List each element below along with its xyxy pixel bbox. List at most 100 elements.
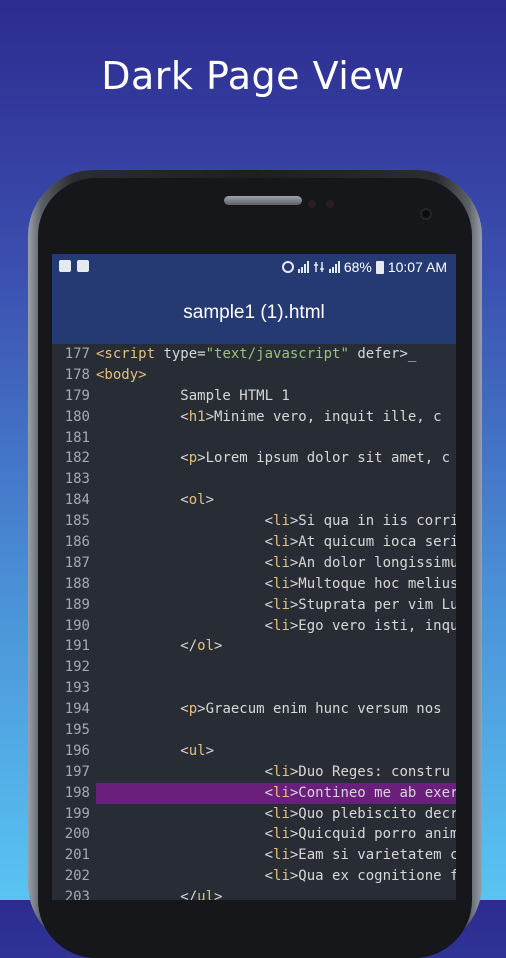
line-number: 183 xyxy=(64,471,90,488)
mail-notification-icon xyxy=(77,260,89,272)
phone-screen: 68% 10:07 AM sample1 (1).html 177 <script… xyxy=(52,254,456,900)
app-bar: sample1 (1).html xyxy=(52,282,456,344)
line-number: 203 xyxy=(64,889,90,900)
code-line[interactable]: 191 </ol> xyxy=(52,636,456,657)
code-line[interactable]: 197 <li>Duo Reges: constru xyxy=(52,762,456,783)
wifi-signal-icon xyxy=(297,261,309,273)
promo-headline: Dark Page View xyxy=(101,54,405,98)
front-camera-icon xyxy=(422,210,430,218)
text-token: </ xyxy=(96,638,198,655)
code-line[interactable]: 200 <li>Quicquid porro anim xyxy=(52,824,456,845)
code-line[interactable]: 185 <li>Si qua in iis corri xyxy=(52,511,456,532)
line-number: 181 xyxy=(64,429,90,446)
line-text: <h1>Minime vero, inquit ille, c xyxy=(96,407,456,428)
text-token: < xyxy=(96,513,274,530)
earpiece-speaker xyxy=(224,196,302,205)
text-token: < xyxy=(96,617,274,634)
tag-token: li xyxy=(273,847,290,864)
line-number: 186 xyxy=(64,534,90,551)
text-token: < xyxy=(96,784,274,801)
code-line[interactable]: 194 <p>Graecum enim hunc versum nos xyxy=(52,699,456,720)
status-icons: 68% 10:07 AM xyxy=(281,259,447,275)
code-line[interactable]: 180 <h1>Minime vero, inquit ille, c xyxy=(52,407,456,428)
code-line[interactable]: 192 xyxy=(52,657,456,678)
text-token: </ xyxy=(96,889,198,900)
code-line[interactable]: 186 <li>At quicum ioca seri xyxy=(52,532,456,553)
code-line[interactable]: 182 <p>Lorem ipsum dolor sit amet, c xyxy=(52,448,456,469)
code-line[interactable]: 195 xyxy=(52,720,456,741)
line-text: <p>Lorem ipsum dolor sit amet, c xyxy=(96,448,456,469)
text-token: defer>_ xyxy=(348,346,417,362)
tag-token: li xyxy=(273,763,290,780)
line-number: 202 xyxy=(64,868,90,885)
code-line[interactable]: 187 <li>An dolor longissimu xyxy=(52,553,456,574)
line-text: <li>Quo plebiscito decr xyxy=(96,804,456,825)
tag-token: p xyxy=(188,450,198,467)
text-token: >Multoque hoc melius xyxy=(289,575,456,592)
file-title: sample1 (1).html xyxy=(183,302,325,323)
code-line-selected[interactable]: 198 <li>Contineo me ab exer xyxy=(52,782,456,804)
line-text: <ul> xyxy=(96,741,456,762)
tag-token: ul xyxy=(197,889,215,900)
data-saver-icon xyxy=(281,261,294,273)
line-number: 179 xyxy=(64,387,90,404)
line-number: 193 xyxy=(64,680,90,697)
code-line[interactable]: 178 <body> xyxy=(52,365,456,386)
text-token: < xyxy=(96,492,189,509)
code-line[interactable]: 179 Sample HTML 1 xyxy=(52,386,456,407)
code-line[interactable]: 190 <li>Ego vero isti, inqu xyxy=(52,616,456,637)
text-token: >Lorem ipsum dolor sit amet, c xyxy=(197,450,451,467)
line-number: 190 xyxy=(64,617,90,634)
line-text: <li>An dolor longissimu xyxy=(96,553,456,574)
code-line[interactable]: 193 xyxy=(52,678,456,699)
text-token: > xyxy=(205,492,215,509)
text-token: >Stuprata per vim Lu xyxy=(289,596,456,613)
line-text: <body> xyxy=(96,365,456,386)
code-line[interactable]: 199 <li>Quo plebiscito decr xyxy=(52,804,456,825)
text-token: >Minime vero, inquit ille, c xyxy=(205,408,442,425)
code-line[interactable]: 189 <li>Stuprata per vim Lu xyxy=(52,595,456,616)
text-token: < xyxy=(96,554,274,571)
code-line[interactable]: 201 <li>Eam si varietatem c xyxy=(52,845,456,866)
code-line[interactable]: 181 xyxy=(52,428,456,449)
code-line[interactable]: 188 <li>Multoque hoc melius xyxy=(52,574,456,595)
code-line[interactable]: 202 <li>Qua ex cognitione f xyxy=(52,866,456,887)
line-number: 199 xyxy=(64,805,90,822)
text-token: < xyxy=(96,408,189,425)
text-token: >Contineo me ab exer xyxy=(289,784,456,801)
line-text: <li>Duo Reges: constru xyxy=(96,762,456,783)
line-text: </ul> xyxy=(96,887,456,900)
code-line[interactable]: 203 </ul> xyxy=(52,887,456,900)
line-text: Sample HTML 1 xyxy=(96,386,456,407)
tag-token: li xyxy=(273,784,290,801)
line-text: <li>Si qua in iis corri xyxy=(96,511,456,532)
code-line[interactable]: 183 xyxy=(52,469,456,490)
line-number: 188 xyxy=(64,575,90,592)
line-number: 196 xyxy=(64,742,90,759)
code-line[interactable]: 184 <ol> xyxy=(52,490,456,511)
line-number: 195 xyxy=(64,722,90,739)
tag-token: li xyxy=(273,826,290,843)
text-token: >At quicum ioca seri xyxy=(289,534,456,551)
text-token: < xyxy=(96,450,189,467)
code-line[interactable]: 196 <ul> xyxy=(52,741,456,762)
string-token: "text/javascript" xyxy=(205,346,349,362)
tag-token: li xyxy=(273,534,290,551)
text-token: > xyxy=(214,889,223,900)
code-line[interactable]: 177 <script type="text/javascript" defer>… xyxy=(52,344,456,365)
light-sensor xyxy=(326,200,334,208)
tag-token: li xyxy=(273,868,290,885)
text-token: < xyxy=(96,763,274,780)
line-text: </ol> xyxy=(96,636,456,657)
text-token: < xyxy=(96,701,189,718)
line-number: 201 xyxy=(64,847,90,864)
line-text: <script type="text/javascript" defer>_ xyxy=(96,344,456,365)
text-token: Sample HTML 1 xyxy=(96,387,290,404)
line-number: 185 xyxy=(64,513,90,530)
text-token: >Eam si varietatem c xyxy=(289,847,456,864)
line-text: <li>Contineo me ab exer xyxy=(96,782,456,804)
text-token: < xyxy=(96,575,274,592)
clock: 10:07 AM xyxy=(387,259,447,275)
code-view[interactable]: 177 <script type="text/javascript" defer>… xyxy=(52,344,456,900)
text-token: >Qua ex cognitione f xyxy=(289,868,456,885)
